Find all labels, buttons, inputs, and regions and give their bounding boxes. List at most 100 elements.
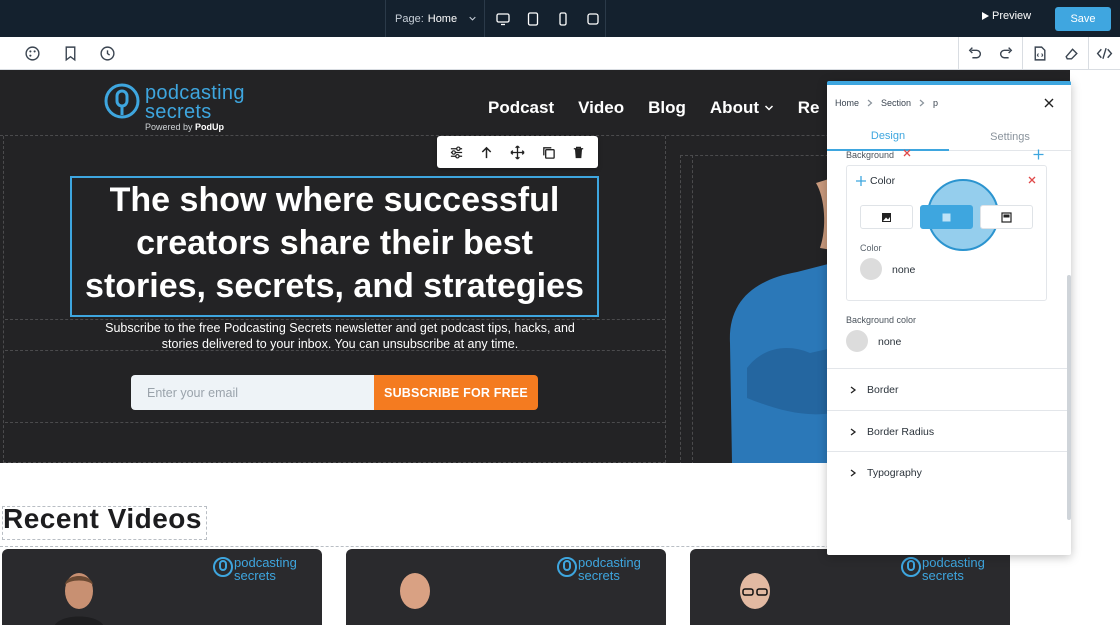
breadcrumb: Home Section p <box>835 98 938 108</box>
element-toolbar <box>437 136 598 168</box>
code-file-icon[interactable] <box>1031 45 1048 62</box>
nav-about[interactable]: About <box>710 98 774 118</box>
podcasting-secrets-logo[interactable]: podcasting secrets Powered by PodUp <box>103 82 263 134</box>
add-background-icon[interactable] <box>1033 149 1044 160</box>
accordion-typography-label: Typography <box>867 466 922 479</box>
color-value: none <box>892 264 916 276</box>
chevron-right-icon <box>919 99 925 107</box>
history-icon[interactable] <box>99 45 116 62</box>
chevron-down-icon <box>469 16 476 21</box>
chevron-right-icon <box>850 468 857 477</box>
card-logo-secrets: secrets <box>922 568 964 583</box>
microphone-logo-icon <box>104 83 140 119</box>
undo-icon[interactable] <box>966 45 983 62</box>
image-type-button[interactable] <box>860 205 913 229</box>
nav-video[interactable]: Video <box>578 98 624 118</box>
email-input[interactable]: Enter your email <box>131 375 374 410</box>
nav-truncated[interactable]: Re <box>798 98 820 118</box>
video-card[interactable]: podcasting secrets <box>346 549 666 625</box>
color-type-button[interactable] <box>920 205 973 229</box>
color-layer: Color Color none <box>846 165 1047 301</box>
desktop-icon[interactable] <box>495 11 511 27</box>
chevron-right-icon <box>850 427 857 436</box>
drag-handle-icon[interactable] <box>856 176 866 186</box>
image-icon <box>882 212 891 222</box>
palette-icon[interactable] <box>24 45 41 62</box>
accordion-border-label: Border <box>867 383 899 396</box>
background-color-value: none <box>878 336 902 348</box>
microphone-logo-icon <box>213 557 233 577</box>
tab-design[interactable]: Design <box>827 122 949 151</box>
toolbar-divider <box>1088 37 1089 70</box>
sliders-icon[interactable] <box>449 145 464 160</box>
close-icon[interactable] <box>1043 97 1055 109</box>
background-color-swatch[interactable] <box>846 330 868 352</box>
eraser-icon[interactable] <box>1063 45 1080 62</box>
hero-subtext[interactable]: Subscribe to the free Podcasting Secrets… <box>95 320 585 352</box>
chevron-down-icon <box>764 105 773 111</box>
host-photo <box>729 178 832 463</box>
background-color-label: Background color <box>846 315 917 325</box>
editor-toolbar <box>0 37 1120 70</box>
page-selector[interactable]: Page: Home <box>385 0 485 37</box>
tab-settings[interactable]: Settings <box>949 122 1071 151</box>
guest-photo <box>55 573 103 625</box>
save-button[interactable]: Save <box>1055 7 1111 31</box>
arrow-up-icon[interactable] <box>479 145 494 160</box>
editor-topbar: Page: Home Preview Save <box>0 0 1120 37</box>
signup-form: Enter your email SUBSCRIBE FOR FREE <box>5 351 665 423</box>
card-logo-secrets: secrets <box>234 568 276 583</box>
toolbar-divider <box>958 37 959 70</box>
accordion-border-radius-label: Border Radius <box>867 425 935 438</box>
bookmark-icon[interactable] <box>62 45 79 62</box>
chevron-right-icon <box>867 99 873 107</box>
nav-blog[interactable]: Blog <box>648 98 686 118</box>
guest-photo <box>731 573 779 625</box>
code-icon[interactable] <box>1096 45 1113 62</box>
play-icon <box>982 12 989 20</box>
gradient-type-button[interactable] <box>980 205 1033 229</box>
remove-layer-icon[interactable] <box>1028 176 1036 184</box>
toolbar-divider <box>1022 37 1023 70</box>
duplicate-icon[interactable] <box>541 145 556 160</box>
subscribe-button[interactable]: SUBSCRIBE FOR FREE <box>374 375 538 410</box>
panel-scrollbar[interactable] <box>1067 275 1071 520</box>
hero-headline[interactable]: The show where successful creators share… <box>70 176 599 317</box>
accordion-border-radius[interactable]: Border Radius <box>827 410 1067 452</box>
microphone-logo-icon <box>557 557 577 577</box>
gradient-icon <box>1001 211 1012 223</box>
trash-icon[interactable] <box>571 145 586 160</box>
preview-button[interactable]: Preview <box>982 10 1031 22</box>
chevron-right-icon <box>850 385 857 394</box>
card-logo-secrets: secrets <box>578 568 620 583</box>
microphone-logo-icon <box>901 557 921 577</box>
remove-background-icon[interactable] <box>903 149 911 157</box>
fullscreen-icon[interactable] <box>585 11 601 27</box>
guest-photo <box>391 573 439 625</box>
powered-by: Powered by PodUp <box>145 122 225 132</box>
breadcrumb-section[interactable]: Section <box>881 98 911 108</box>
accordion-typography[interactable]: Typography <box>827 451 1067 493</box>
tablet-icon[interactable] <box>525 11 541 27</box>
color-label: Color <box>860 243 882 253</box>
accordion-border[interactable]: Border <box>827 368 1067 410</box>
color-swatch[interactable] <box>860 258 882 280</box>
color-layer-title: Color <box>870 175 896 187</box>
redo-icon[interactable] <box>998 45 1015 62</box>
recent-videos-heading[interactable]: Recent Videos <box>3 503 202 535</box>
nav-podcast[interactable]: Podcast <box>488 98 554 118</box>
move-icon[interactable] <box>510 144 525 160</box>
video-card[interactable]: podcasting secrets <box>2 549 322 625</box>
background-label: Background <box>846 150 895 160</box>
breadcrumb-p[interactable]: p <box>933 98 938 108</box>
preview-label: Preview <box>992 10 1032 22</box>
breadcrumb-home[interactable]: Home <box>835 98 859 108</box>
mobile-icon[interactable] <box>555 11 571 27</box>
page-value: Home <box>427 12 458 25</box>
page-label: Page: <box>395 12 424 25</box>
logo-word-secrets: secrets <box>145 101 212 123</box>
video-card[interactable]: podcasting secrets <box>690 549 1010 625</box>
properties-panel: Home Section p Design Settings Backgroun… <box>827 81 1071 555</box>
hero-subtext-row: Subscribe to the free Podcasting Secrets… <box>5 319 665 351</box>
color-square-icon <box>942 213 951 221</box>
